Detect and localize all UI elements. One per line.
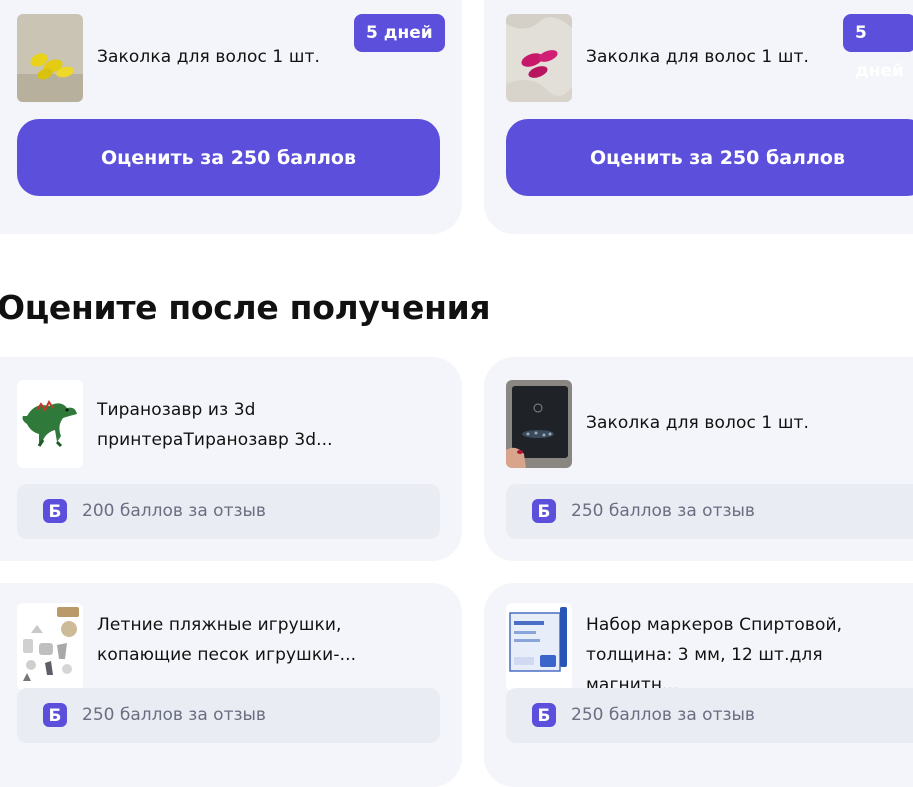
product-thumbnail[interactable] (506, 380, 572, 468)
product-thumbnail[interactable] (506, 603, 572, 691)
product-title[interactable]: Набор маркеров Спиртовой, толщина: 3 мм,… (586, 610, 913, 700)
review-points-text: 250 баллов за отзыв (571, 705, 755, 725)
days-left-badge: 5 дней (843, 14, 913, 81)
section-title: Оцените после получения (0, 288, 491, 327)
product-thumbnail[interactable] (17, 603, 83, 691)
dinosaur-image (17, 380, 83, 468)
product-title[interactable]: Заколка для волос 1 шт. (97, 42, 320, 72)
rate-button[interactable]: Оценить за 250 баллов (506, 119, 913, 196)
product-title[interactable]: Заколка для волос 1 шт. (586, 408, 809, 438)
bonus-b-icon: Б (43, 703, 67, 727)
product-title[interactable]: Тиранозавр из 3d принтераТиранозавр 3d..… (97, 395, 333, 455)
review-points-text: 200 баллов за отзыв (82, 501, 266, 521)
black-hairclip-image (506, 380, 572, 468)
beach-toys-image (17, 603, 83, 691)
markers-image (506, 603, 572, 691)
svg-text:Б: Б (49, 706, 62, 726)
product-thumbnail[interactable] (17, 14, 83, 102)
review-points-text: 250 баллов за отзыв (82, 705, 266, 725)
product-thumbnail[interactable] (17, 380, 83, 468)
review-points-text: 250 баллов за отзыв (571, 501, 755, 521)
yellow-hairclips-image (17, 14, 83, 102)
product-thumbnail[interactable] (506, 14, 572, 102)
review-points-row: Б 250 баллов за отзыв (506, 688, 913, 743)
svg-text:Б: Б (538, 502, 551, 522)
rate-button[interactable]: Оценить за 250 баллов (17, 119, 440, 196)
bonus-b-icon: Б (532, 499, 556, 523)
review-points-row: Б 200 баллов за отзыв (17, 484, 440, 539)
svg-text:Б: Б (538, 706, 551, 726)
bonus-b-icon: Б (43, 499, 67, 523)
bonus-b-icon: Б (532, 703, 556, 727)
review-points-row: Б 250 баллов за отзыв (17, 688, 440, 743)
review-points-row: Б 250 баллов за отзыв (506, 484, 913, 539)
product-title[interactable]: Заколка для волос 1 шт. (586, 42, 809, 72)
svg-text:Б: Б (49, 502, 62, 522)
product-title[interactable]: Летние пляжные игрушки, копающие песок и… (97, 610, 356, 670)
pink-hairclips-image (506, 14, 572, 102)
days-left-badge: 5 дней (354, 14, 445, 52)
